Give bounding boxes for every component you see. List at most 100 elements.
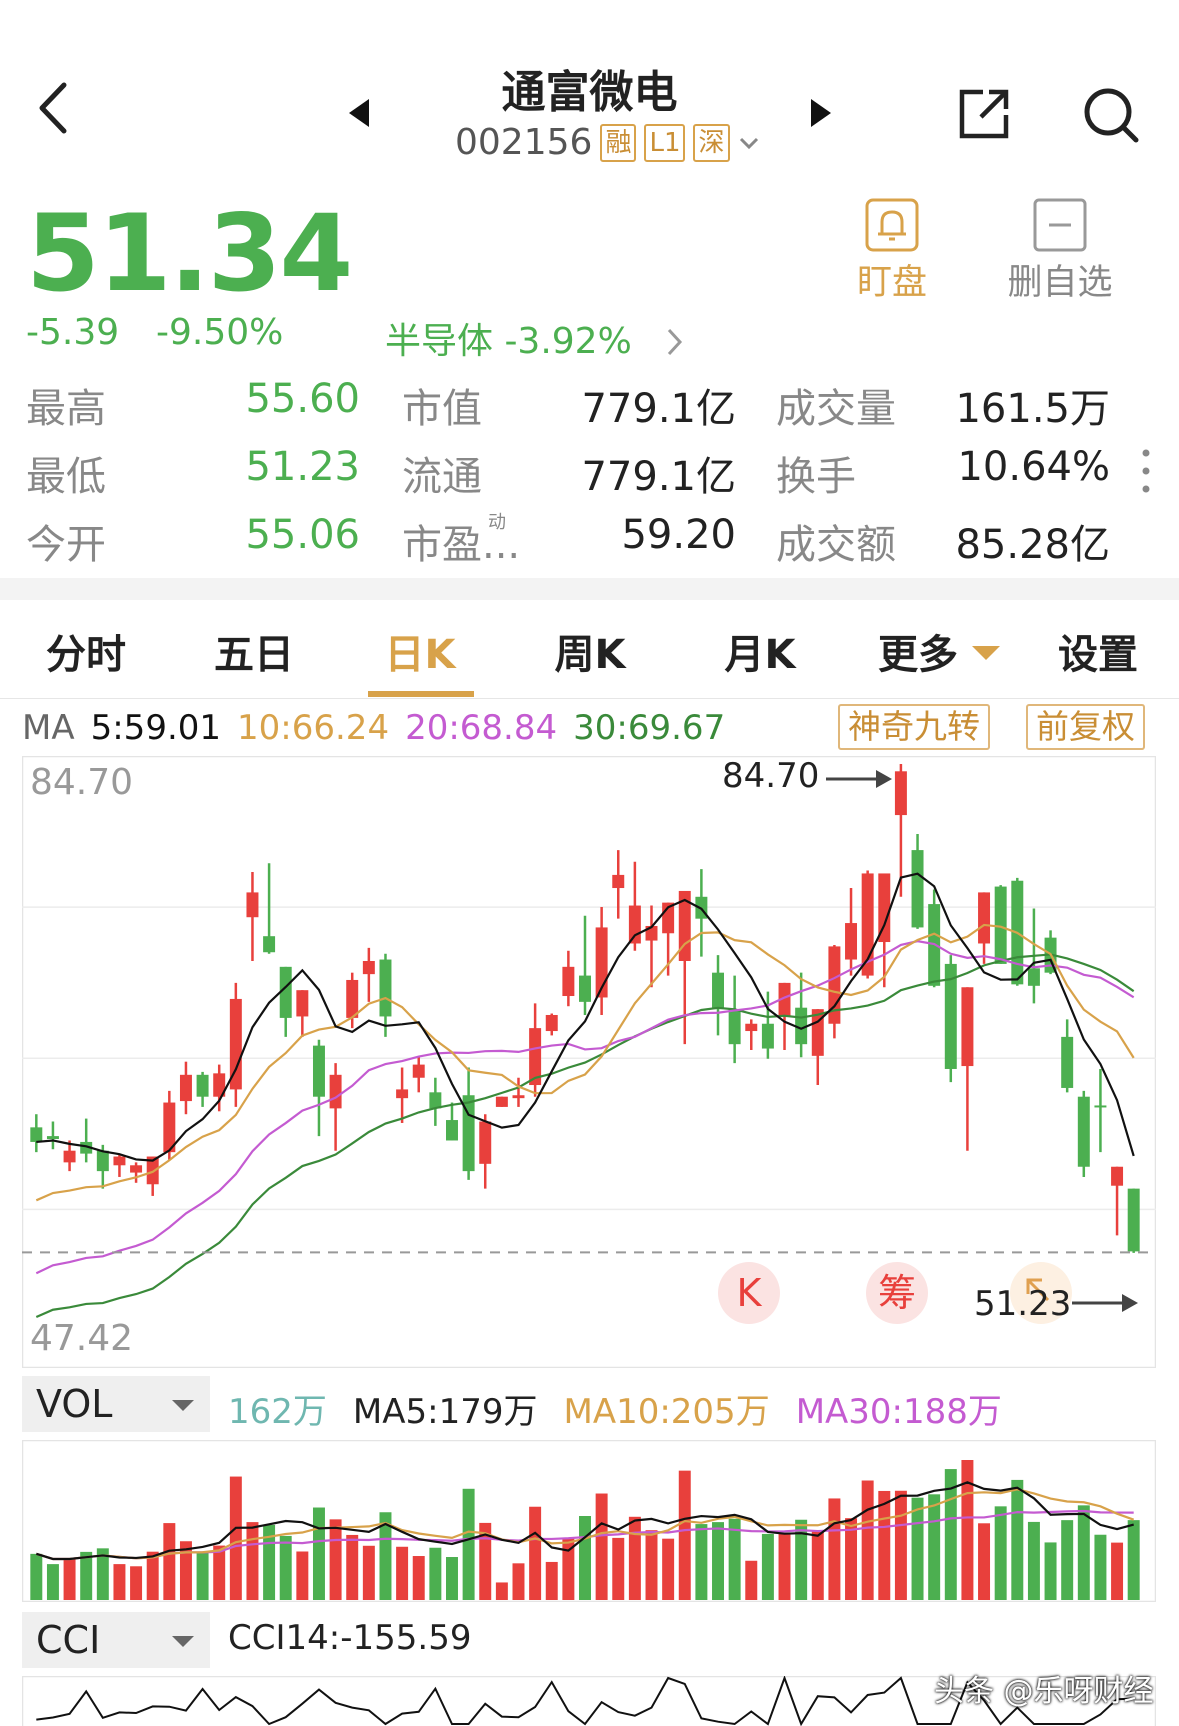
volume-chart[interactable] (22, 1440, 1156, 1602)
stat-label: 市值 (402, 386, 482, 432)
volume-bar (113, 1564, 126, 1600)
stat-label: 换手 (776, 454, 856, 500)
volume-bar (1061, 1520, 1074, 1600)
tab-intraday[interactable]: 分时 (36, 622, 136, 680)
ma5-value: 5:59.01 (90, 708, 222, 748)
dropdown-caret-icon (172, 1400, 194, 1411)
candle-body (961, 987, 974, 1067)
axis-bottom-label: 47.42 (30, 1318, 134, 1359)
volume-bar (229, 1476, 242, 1600)
volume-bar (994, 1506, 1007, 1600)
pe-dynamic-sup: 动 (488, 512, 506, 533)
watch-button[interactable]: 盯盘 (842, 198, 942, 305)
tab-daily-k[interactable]: 日K (370, 622, 470, 680)
volume-bar (579, 1516, 591, 1600)
volume-bar (861, 1480, 874, 1600)
more-vertical-icon[interactable] (1136, 446, 1156, 496)
volume-bar (362, 1545, 375, 1600)
volume-bar (878, 1490, 891, 1600)
candle-body (1027, 968, 1040, 986)
current-price: 51.34 (26, 192, 353, 315)
candle-body (745, 1023, 758, 1032)
exchange-tag: 深 (693, 123, 730, 162)
volume-bar (279, 1535, 292, 1600)
vol-indicator-select[interactable]: VOL (22, 1376, 210, 1432)
cci-indicator-select[interactable]: CCI (22, 1612, 210, 1668)
price-change: -5.39 (26, 312, 120, 353)
share-icon[interactable] (954, 84, 1014, 144)
volume-bar (312, 1507, 325, 1600)
candle-body (1127, 1188, 1140, 1252)
volume-bar (1011, 1479, 1024, 1600)
candle-body (263, 936, 276, 953)
candle-body (761, 1023, 774, 1049)
stat-value: 779.1亿 (581, 454, 736, 500)
tab-settings[interactable]: 设置 (1048, 622, 1148, 680)
candle-body (612, 874, 625, 889)
stat-label: 今开 (26, 522, 106, 568)
candle-body (911, 850, 924, 928)
tab-five-day[interactable]: 五日 (204, 622, 304, 680)
stat-label: 成交额 (776, 522, 896, 568)
volume-bar (196, 1552, 209, 1600)
vol-ma5: MA5:179万 (352, 1392, 538, 1432)
candle-body (296, 990, 309, 1017)
active-tab-indicator (368, 691, 474, 697)
high-arrow-icon (826, 770, 892, 788)
candle-body (429, 1092, 442, 1109)
volume-bar (130, 1566, 143, 1600)
candle-body (412, 1064, 425, 1078)
candlestick-chart[interactable] (22, 756, 1156, 1368)
candle-body (1077, 1096, 1090, 1167)
stat-value: 85.28亿 (955, 522, 1110, 568)
nine-turn-button[interactable]: 神奇九转 (838, 704, 990, 750)
sector-link[interactable]: 半导体 -3.92% (385, 312, 683, 364)
caret-down-icon (971, 646, 1000, 660)
remove-watchlist-button[interactable]: 删自选 (1000, 198, 1120, 305)
candle-body (130, 1165, 143, 1173)
next-stock-icon[interactable] (806, 98, 836, 128)
level-tag: L1 (644, 123, 686, 162)
tab-more[interactable]: 更多 (878, 622, 1018, 680)
ma10-value: 10:66.24 (237, 708, 390, 748)
ma30-value: 30:69.67 (573, 708, 726, 748)
candle-body (179, 1074, 192, 1102)
candle-body (978, 892, 991, 944)
tab-weekly-k[interactable]: 周K (540, 622, 640, 680)
stat-value: 55.60 (245, 376, 360, 422)
candle-body (379, 959, 392, 1017)
stat-value: 51.23 (245, 444, 360, 490)
candle-body (312, 1045, 325, 1097)
volume-bar (1094, 1534, 1107, 1600)
tab-more-label: 更多 (878, 632, 958, 678)
stat-value: 10.64% (957, 444, 1110, 490)
volume-bar (246, 1522, 259, 1600)
stock-code-row[interactable]: 002156 融 L1 深 (455, 122, 760, 163)
tab-monthly-k[interactable]: 月K (710, 622, 810, 680)
chevron-right-icon (668, 328, 683, 356)
volume-bar (678, 1470, 691, 1600)
volume-bar (1077, 1505, 1090, 1600)
chip-badge[interactable]: 筹 (866, 1262, 928, 1324)
candle-body (1061, 1036, 1074, 1088)
volume-bar (529, 1506, 542, 1600)
search-icon[interactable] (1080, 84, 1144, 148)
volume-bar (512, 1563, 525, 1600)
candle-body (894, 771, 907, 816)
volume-bar (429, 1547, 442, 1600)
low-price-label: 51.23 (974, 1284, 1072, 1324)
stat-value: 55.06 (245, 512, 360, 558)
volume-bar (1027, 1521, 1040, 1600)
volume-bar (296, 1551, 309, 1600)
stat-label: 最高 (26, 386, 106, 432)
ma-legend: MA 5:59.01 10:66.24 20:68.84 30:69.67 (22, 708, 725, 748)
high-price-label: 84.70 (722, 756, 820, 796)
volume-bar (712, 1522, 725, 1600)
ma-label: MA (22, 708, 75, 748)
price-adjust-button[interactable]: 前复权 (1026, 704, 1145, 750)
k-badge[interactable]: K (718, 1262, 780, 1324)
volume-bar (894, 1490, 907, 1600)
vol-legend: 162万 MA5:179万 MA10:205万 MA30:188万 (228, 1384, 1002, 1433)
volume-bar (761, 1533, 774, 1600)
watermark: 头条 @乐呀财经 (934, 1674, 1154, 1709)
